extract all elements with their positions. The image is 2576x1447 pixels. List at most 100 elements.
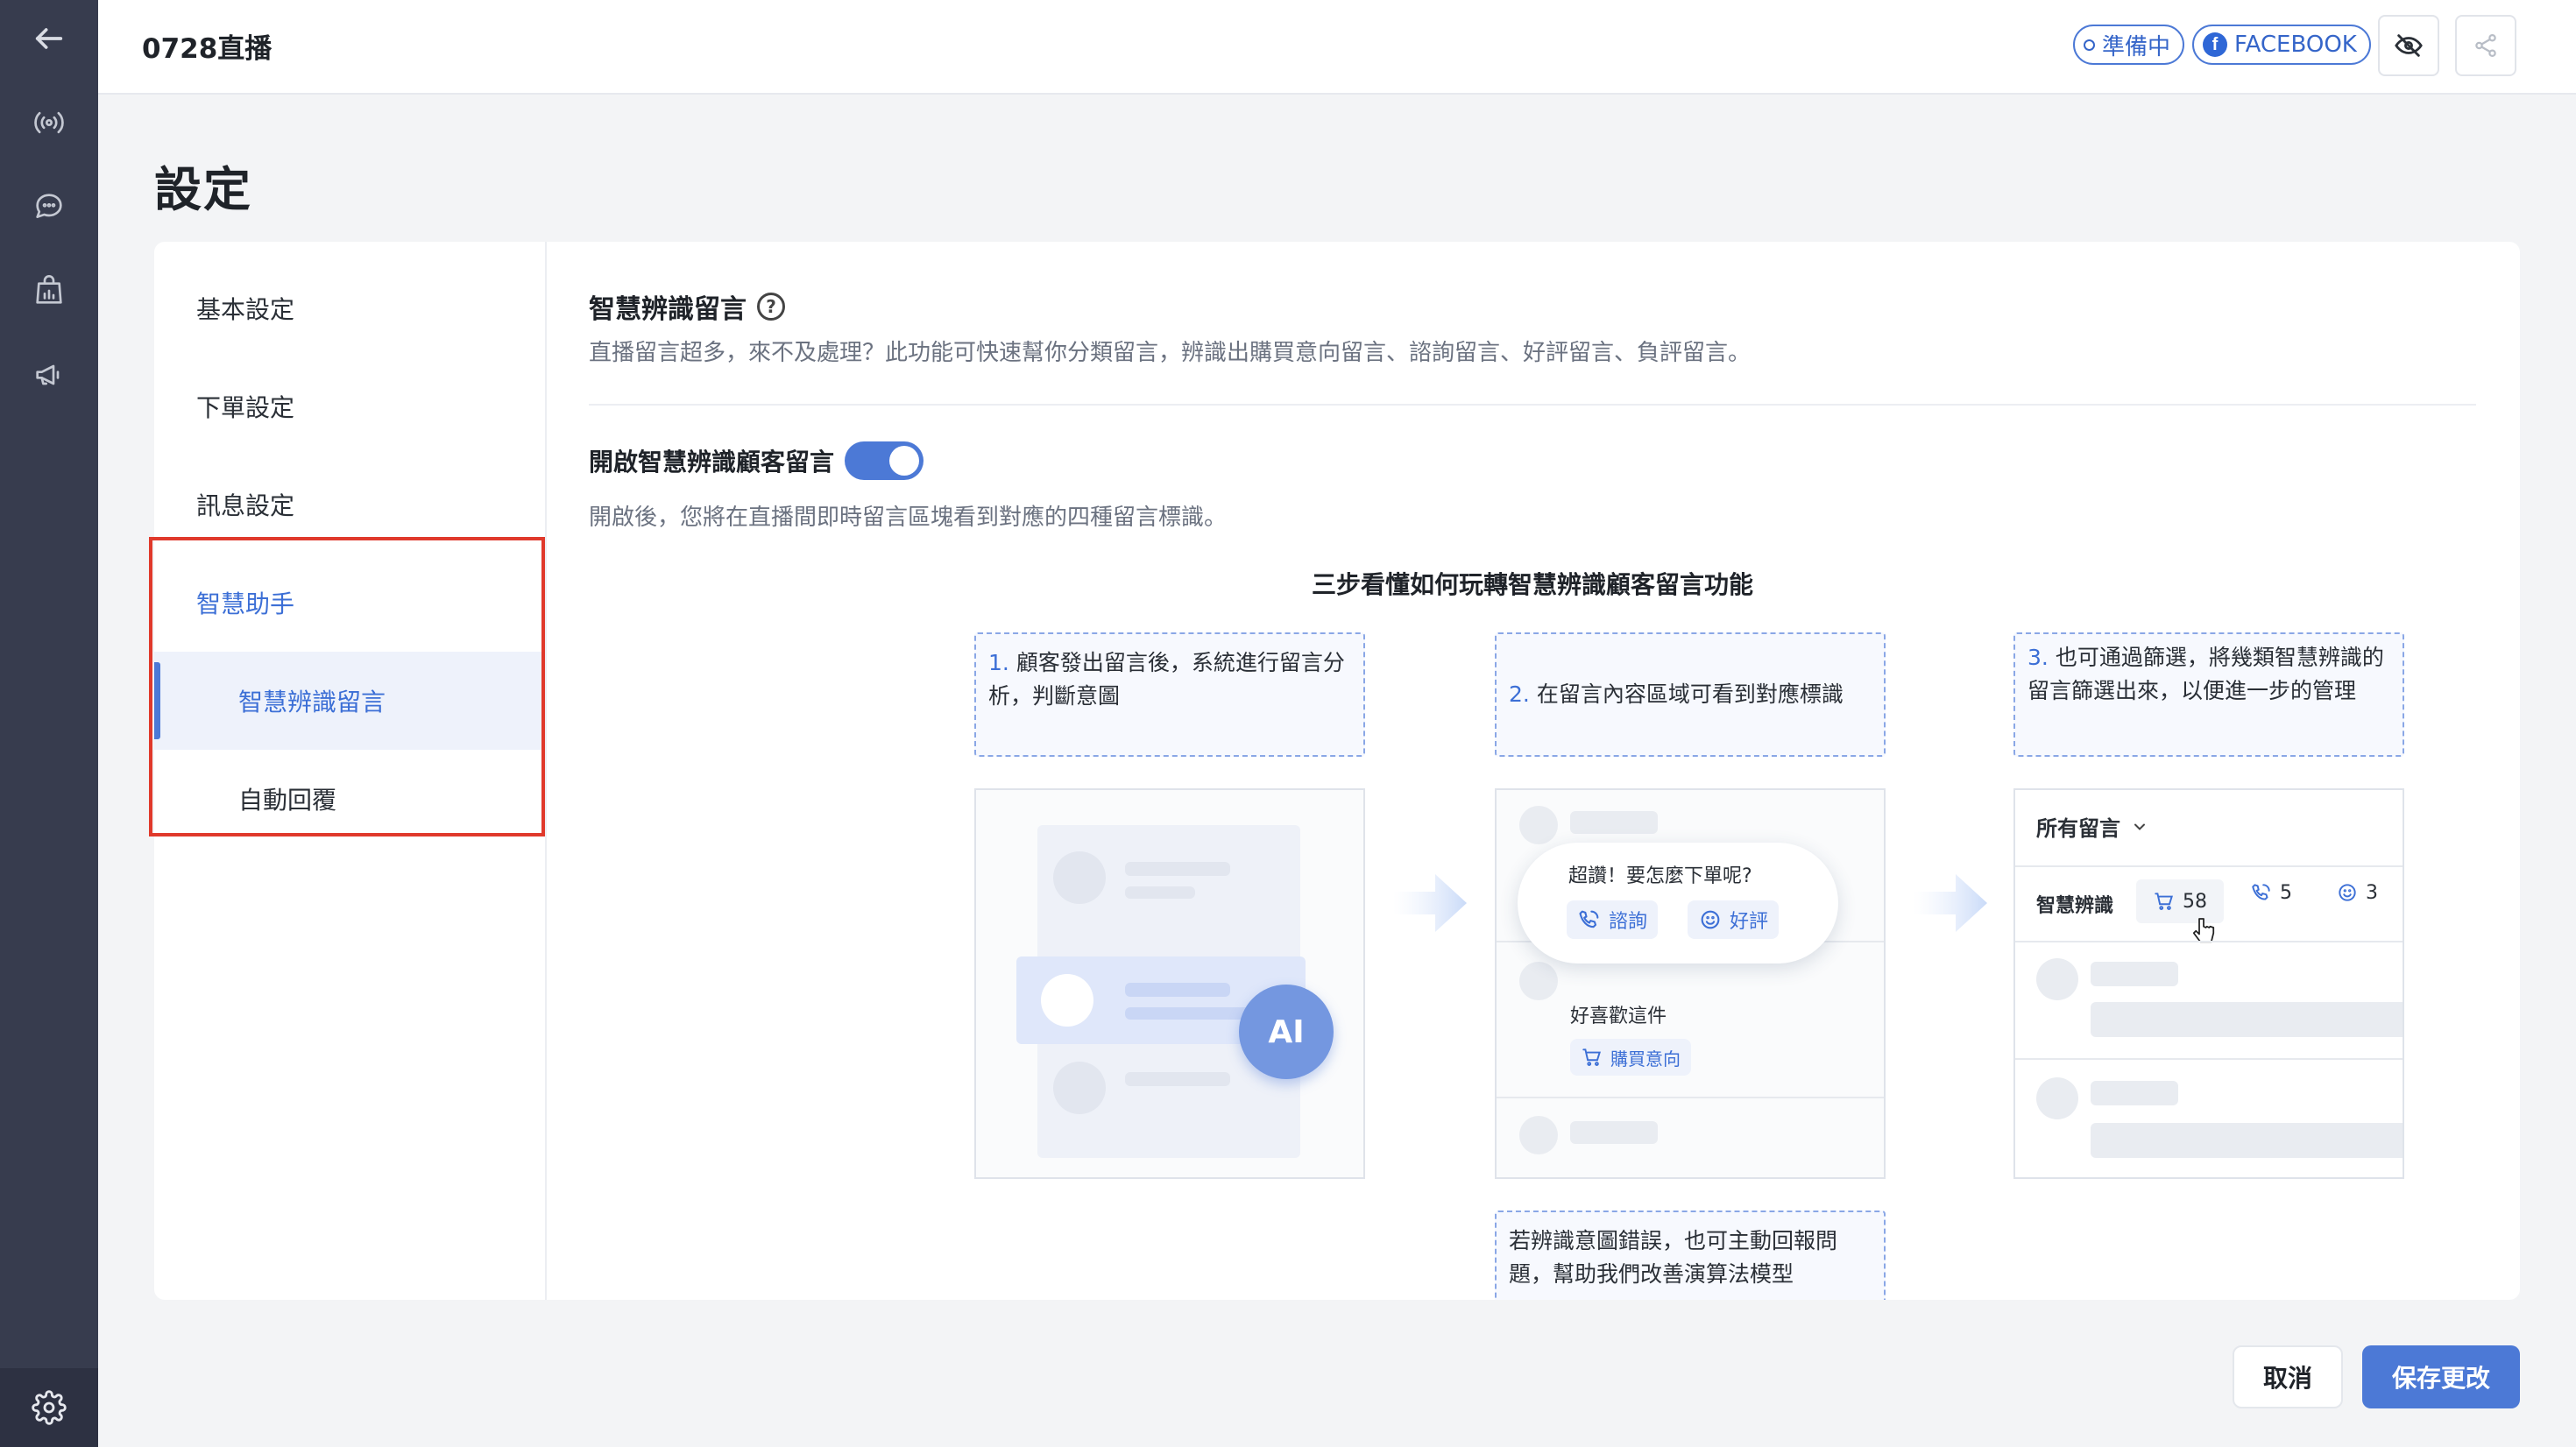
cart-icon [1582, 1048, 1601, 1066]
smart-comment-toggle[interactable] [845, 441, 924, 480]
filter-chip-consult: 5 [2250, 881, 2292, 904]
tag-label: 購買意向 [1610, 1048, 1681, 1069]
top-header: 0728直播 準備中 f FACEBOOK [98, 0, 2576, 95]
megaphone-icon[interactable] [25, 350, 74, 399]
guide-illustration-tags: 好喜歡這件 購買意向 超讚！要怎麼下單呢? 諮詢 好評 [1495, 788, 1886, 1179]
smile-icon [2339, 884, 2356, 901]
guide-step-2: 2. 在留言內容區域可看到對應標識 [1495, 632, 1886, 757]
arrow-right-icon [1914, 864, 1992, 946]
eye-off-icon [2395, 34, 2423, 57]
guide-note: 若辨識意圖錯誤，也可主動回報問題，幫助我們改善演算法模型 [1495, 1211, 1886, 1300]
illustration-line [1125, 886, 1195, 899]
pointer-cursor-icon [2192, 918, 2215, 943]
chat-bubble-icon[interactable] [25, 182, 74, 231]
filter-dropdown: 所有留言 [2036, 811, 2148, 842]
row-divider [2015, 1058, 2403, 1060]
step-text: 顧客發出留言後，系統進行留言分析，判斷意圖 [988, 650, 1345, 709]
live-title: 0728直播 [142, 33, 272, 65]
ai-badge: AI [1239, 985, 1334, 1079]
help-icon[interactable]: ? [757, 293, 785, 321]
illustration-line [1125, 1072, 1230, 1086]
subnav-item-smart-comment[interactable]: 智慧辨識留言 [154, 652, 545, 750]
illustration-avatar [1041, 974, 1093, 1027]
smart-comment-toggle-row: 開啟智慧辨識顧客留言 [589, 441, 924, 480]
row-divider [1497, 1097, 1884, 1098]
share-icon [2475, 34, 2496, 57]
chevron-down-icon [2134, 823, 2145, 830]
count-value: 5 [2280, 881, 2292, 904]
smile-icon [1701, 910, 1720, 929]
section-content: 智慧辨識留言 ? 直播留言超多，來不及處理？此功能可快速幫你分類留言，辨識出購買… [589, 242, 2490, 1300]
tag-praise: 好評 [1688, 900, 1780, 939]
facebook-icon: f [2203, 32, 2227, 57]
section-description: 直播留言超多，來不及處理？此功能可快速幫你分類留言，辨識出購買意向留言、諮詢留言… [589, 340, 1752, 366]
toggle-description: 開啟後，您將在直播間即時留言區塊看到對應的四種留言標識。 [589, 505, 1228, 531]
section-title: 智慧辨識留言 [589, 294, 747, 325]
gear-icon [32, 1390, 67, 1425]
placeholder-avatar [2036, 958, 2078, 1000]
illustration-avatar [1053, 1062, 1106, 1114]
step-number: 2. [1509, 681, 1530, 707]
subnav-item-message[interactable]: 訊息設定 [154, 455, 545, 554]
arrow-right-icon [1393, 864, 1472, 946]
live-broadcast-icon[interactable] [25, 98, 74, 147]
placeholder-avatar [1519, 806, 1558, 844]
step-text: 也可通過篩選，將幾類智慧辨識的留言篩選出來，以便進一步的管理 [2028, 645, 2384, 703]
illustration-line [1125, 862, 1230, 876]
placeholder-line [1570, 1121, 1658, 1144]
placeholder-avatar [1519, 962, 1558, 1000]
subnav-item-order[interactable]: 下單設定 [154, 357, 545, 455]
phone-chat-icon [1579, 910, 1599, 928]
subnav-group-smart-assistant[interactable]: 智慧助手 [154, 554, 545, 652]
guide-step-1: 1. 顧客發出留言後，系統進行留言分析，判斷意圖 [974, 632, 1365, 757]
placeholder-line [1570, 811, 1658, 834]
hide-preview-button[interactable] [2378, 15, 2439, 76]
app-rail [0, 0, 98, 1447]
status-label: 準備中 [2102, 33, 2171, 60]
guide-illustration-ai: AI [974, 788, 1365, 1179]
placeholder-avatar [1519, 1116, 1558, 1154]
page-title: 設定 [154, 162, 252, 217]
guide-step-3: 3. 也可通過篩選，將幾類智慧辨識的留言篩選出來，以便進一步的管理 [2013, 632, 2404, 757]
placeholder-line [2091, 1002, 2403, 1037]
divider [589, 404, 2476, 406]
subnav-item-auto-reply[interactable]: 自動回覆 [154, 750, 545, 848]
row-divider [2015, 941, 2403, 942]
placeholder-avatar [2036, 1077, 2078, 1119]
step-number: 3. [2028, 645, 2049, 670]
platform-badge: f FACEBOOK [2192, 25, 2371, 65]
toggle-label: 開啟智慧辨識顧客留言 [589, 448, 835, 476]
share-button[interactable] [2455, 15, 2516, 76]
row-divider [2015, 865, 2403, 867]
guide-title: 三步看懂如何玩轉智慧辨識顧客留言功能 [1311, 570, 1753, 599]
comment-text: 好喜歡這件 [1570, 1006, 1667, 1027]
step-text: 在留言內容區域可看到對應標識 [1536, 681, 1844, 707]
filter-dropdown-label: 所有留言 [2036, 816, 2120, 841]
placeholder-line [2091, 1123, 2403, 1158]
tag-label: 好評 [1730, 911, 1769, 933]
cancel-button[interactable]: 取消 [2233, 1345, 2343, 1408]
guide-illustration-filter: 所有留言 智慧辨識 58 5 3 [2013, 788, 2404, 1179]
count-value: 3 [2366, 881, 2378, 904]
step-number: 1. [988, 650, 1009, 675]
cart-icon [2155, 893, 2173, 910]
placeholder-line [2091, 962, 2178, 986]
subnav-item-basic[interactable]: 基本設定 [154, 259, 545, 357]
store-analytics-icon[interactable] [25, 266, 74, 315]
comment-bubble: 超讚！要怎麼下單呢? 諮詢 好評 [1518, 843, 1838, 963]
illustration-avatar [1053, 851, 1106, 904]
tag-consult: 諮詢 [1567, 900, 1659, 939]
status-badge: 準備中 [2073, 25, 2185, 65]
settings-subnav: 基本設定 下單設定 訊息設定 智慧助手 智慧辨識留言 自動回覆 [154, 242, 547, 1300]
placeholder-line [2091, 1081, 2178, 1105]
filter-label: 智慧辨識 [2036, 895, 2114, 917]
settings-nav[interactable] [0, 1368, 98, 1447]
tag-purchase: 購買意向 [1570, 1039, 1691, 1076]
save-changes-button[interactable]: 保存更改 [2362, 1345, 2520, 1408]
filter-chip-praise: 3 [2336, 881, 2378, 904]
phone-chat-icon [2252, 884, 2270, 900]
section-heading: 智慧辨識留言 ? [589, 287, 785, 326]
tag-label: 諮詢 [1609, 911, 1648, 933]
back-arrow-icon[interactable] [25, 14, 74, 63]
settings-card: 基本設定 下單設定 訊息設定 智慧助手 智慧辨識留言 自動回覆 智慧辨識留言 ?… [154, 242, 2520, 1300]
